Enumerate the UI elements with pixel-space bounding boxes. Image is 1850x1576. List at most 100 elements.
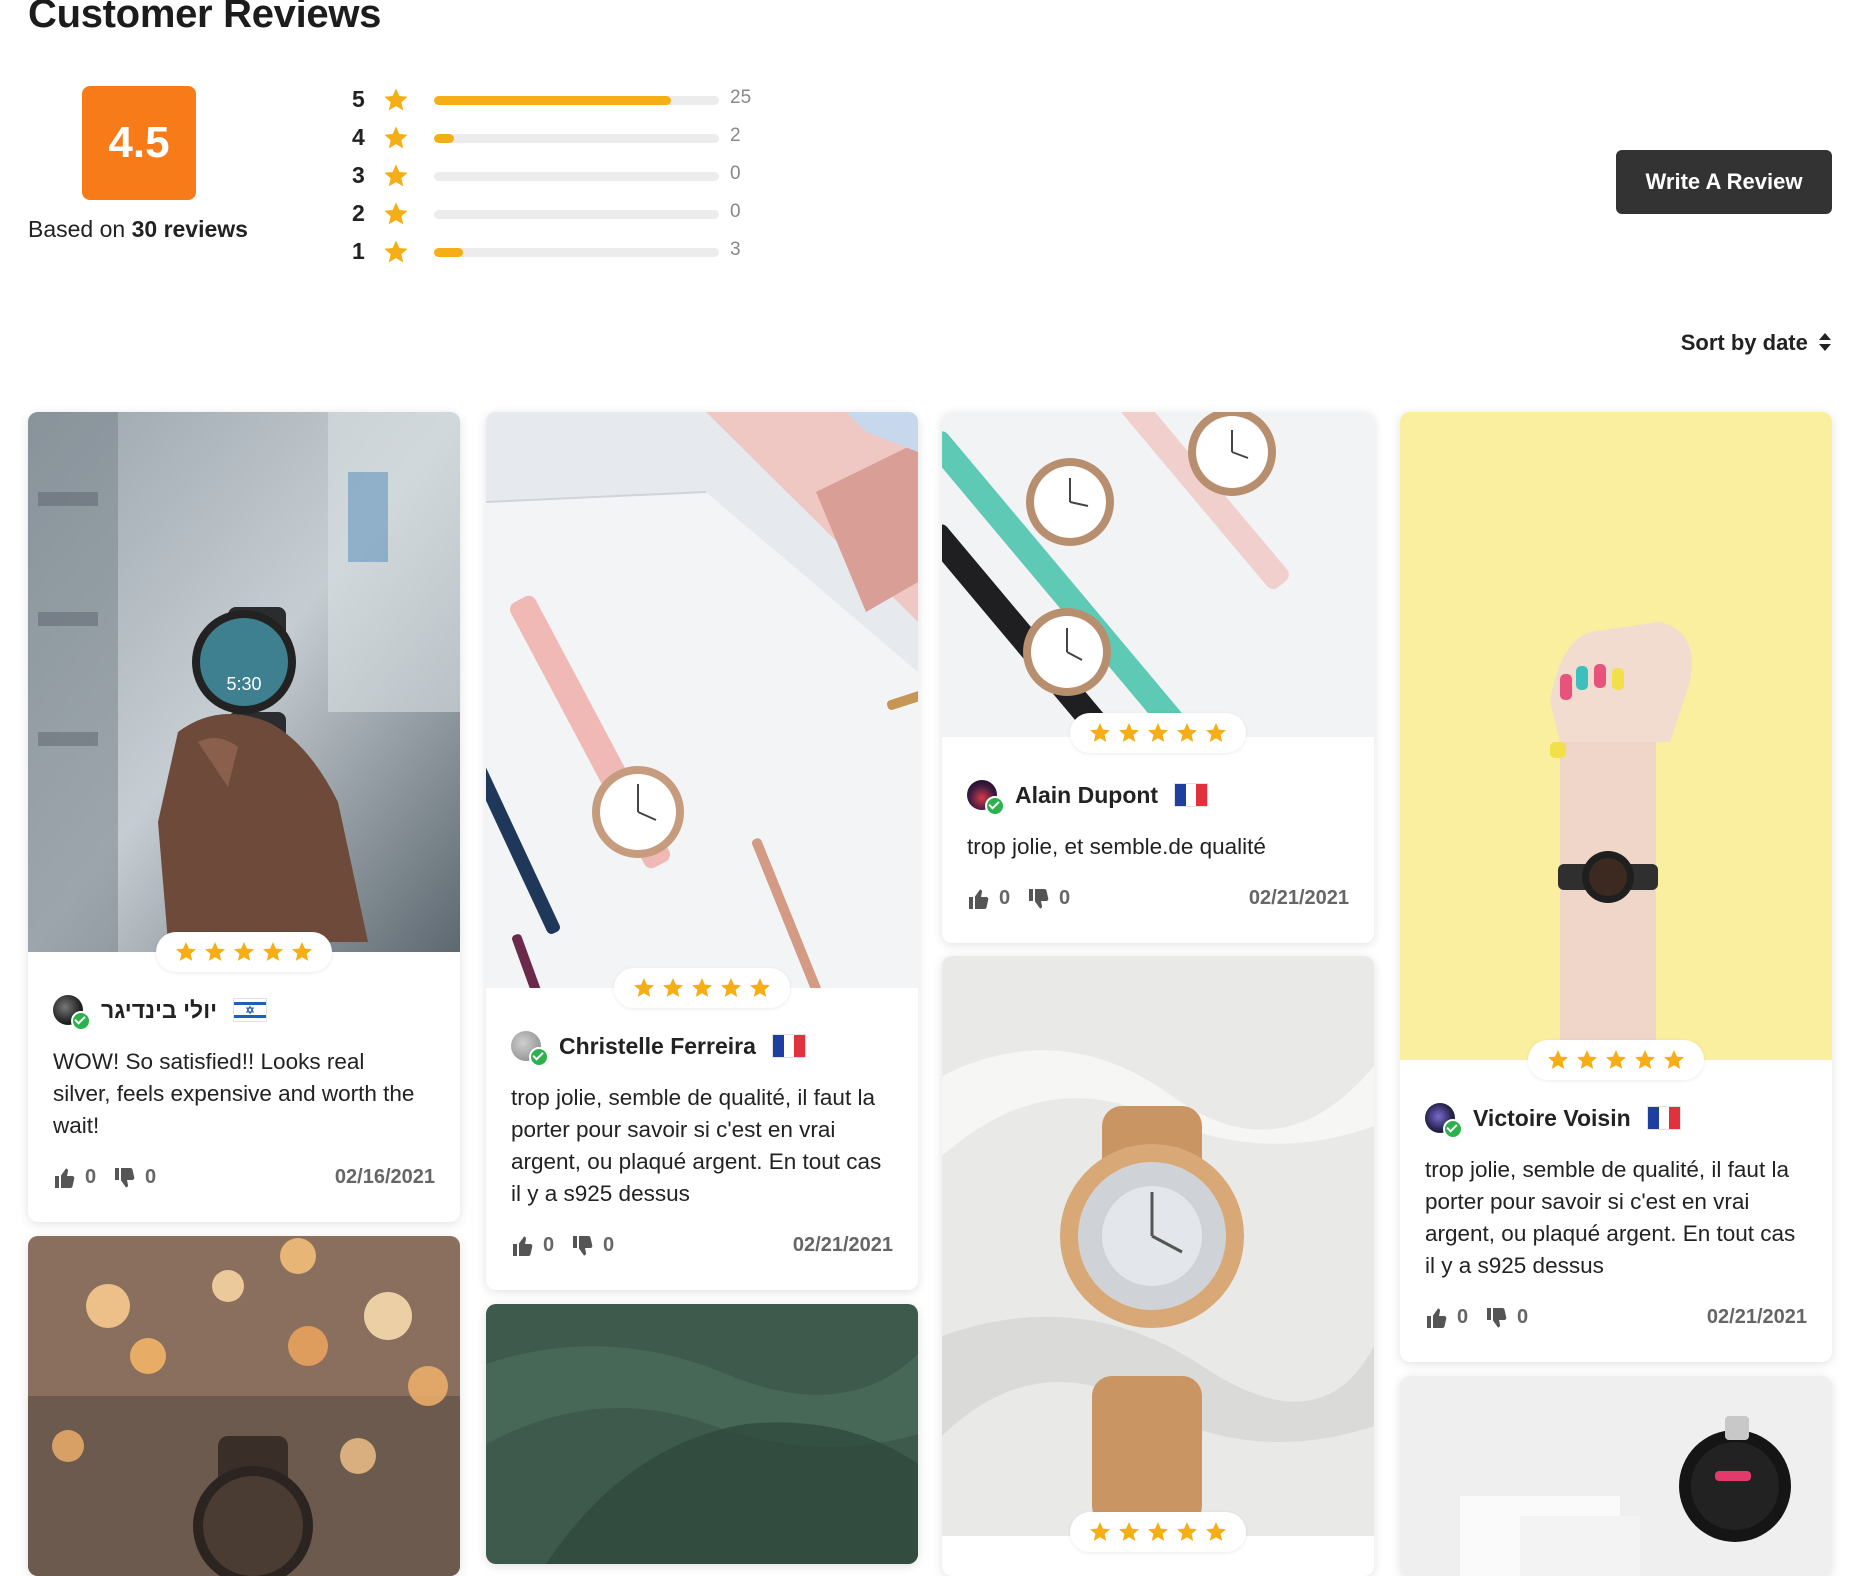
- dislike-count: 0: [1059, 887, 1071, 909]
- verified-check-icon: [71, 1011, 91, 1031]
- france-flag-icon: [1174, 783, 1209, 807]
- rating-bar: [434, 248, 719, 257]
- review-photo[interactable]: [486, 412, 918, 1020]
- review-photo[interactable]: [1400, 412, 1832, 1080]
- star-icon: [263, 942, 283, 961]
- wrist-watch-yellow-photo: [1400, 412, 1832, 1060]
- rating-level: 2: [352, 200, 365, 226]
- review-card[interactable]: [28, 1236, 460, 1576]
- star-icon: [1577, 1050, 1597, 1069]
- verified-check-icon: [985, 796, 1005, 816]
- star-icon: [1148, 1522, 1168, 1541]
- based-on-prefix: Based on: [28, 216, 126, 242]
- thumbs-up-icon[interactable]: [967, 887, 991, 911]
- verified-check-icon: [1443, 1119, 1463, 1139]
- thumbs-up-icon[interactable]: [1425, 1306, 1449, 1330]
- rating-bar-fill: [434, 134, 454, 143]
- thumbs-down-icon[interactable]: [571, 1234, 595, 1258]
- sort-label: Sort by date: [1680, 330, 1808, 355]
- reviewer: Victoire Voisin: [1425, 1098, 1807, 1139]
- rating-level: 1: [352, 238, 365, 264]
- star-icon: [1177, 1522, 1197, 1541]
- star-icon: [1119, 723, 1139, 742]
- review-meta: 0 0 02/21/2021: [967, 881, 1349, 921]
- star-icon: [1635, 1050, 1655, 1069]
- pink-watch-desk-photo: [486, 412, 918, 1020]
- avatar: [53, 995, 91, 1031]
- france-flag-icon: [771, 1034, 806, 1058]
- review-count-summary: Based on 30 reviews: [28, 216, 248, 243]
- star-icon: [176, 942, 196, 961]
- star-icon: [1664, 1050, 1684, 1069]
- star-icon: [1548, 1050, 1568, 1069]
- review-card[interactable]: Christelle Ferreira trop jolie, semble d…: [486, 412, 918, 1290]
- reviewer: Alain Dupont: [967, 775, 1349, 816]
- rating-row-4[interactable]: 4 2: [352, 122, 772, 160]
- star-icon: [1606, 1050, 1626, 1069]
- avatar: [511, 1031, 549, 1067]
- three-watches-photo: [942, 412, 1374, 780]
- review-text: trop jolie, semble de qualité, il faut l…: [511, 1085, 882, 1206]
- reviewer-name: Alain Dupont: [1015, 781, 1159, 808]
- rating-count: 0: [730, 163, 741, 184]
- review-date: 02/21/2021: [792, 1234, 893, 1256]
- star-icon: [292, 942, 312, 961]
- thumbs-down-icon[interactable]: [1027, 887, 1051, 911]
- sort-caret-icon: [1819, 333, 1831, 351]
- reviewer-name: Victoire Voisin: [1473, 1104, 1631, 1131]
- star-icon: [634, 978, 654, 997]
- like-count: 0: [85, 1166, 97, 1188]
- review-text: trop jolie, semble de qualité, il faut l…: [1425, 1157, 1796, 1278]
- green-fabric-photo: [486, 1304, 918, 1564]
- star-icon: [205, 942, 225, 961]
- star-icon: [1177, 723, 1197, 742]
- review-date: 02/16/2021: [334, 1166, 435, 1188]
- review-card[interactable]: Alain Dupont trop jolie, et semble.de qu…: [942, 412, 1374, 943]
- star-icon: [384, 164, 408, 187]
- rating-count: 0: [730, 201, 741, 222]
- review-meta: 0 0 02/21/2021: [511, 1228, 893, 1268]
- review-card[interactable]: [486, 1304, 918, 1564]
- rating-row-3[interactable]: 3 0: [352, 160, 772, 198]
- reviewer: יולי בינדיגר: [53, 990, 435, 1031]
- rating-level: 4: [352, 124, 365, 150]
- thumbs-down-icon[interactable]: [1485, 1306, 1509, 1330]
- rating-row-1[interactable]: 1 3: [352, 236, 772, 274]
- review-text: trop jolie, et semble.de qualité: [967, 834, 1266, 859]
- star-icon: [1206, 1522, 1226, 1541]
- rating-count: 3: [730, 239, 741, 260]
- bokeh-watch-photo: [28, 1236, 460, 1576]
- svg-text:5:30: 5:30: [226, 674, 261, 694]
- review-photo[interactable]: [942, 412, 1374, 780]
- review-photo[interactable]: 5:30: [28, 412, 460, 972]
- reviewer-name: יולי בינדיגר: [101, 996, 218, 1023]
- sort-dropdown[interactable]: Sort by date: [1660, 330, 1832, 356]
- write-review-button[interactable]: Write A Review: [1616, 150, 1832, 214]
- star-icon: [1090, 1522, 1110, 1541]
- rating-level: 5: [352, 86, 365, 112]
- gold-watch-sheets-photo: [942, 956, 1374, 1536]
- star-icon: [384, 88, 408, 111]
- review-photo[interactable]: [942, 956, 1374, 1552]
- review-card[interactable]: [1400, 1376, 1832, 1576]
- star-icon: [384, 126, 408, 149]
- reviewer: Christelle Ferreira: [511, 1026, 893, 1067]
- page-title: Customer Reviews: [28, 0, 382, 36]
- based-on-count: 30 reviews: [131, 216, 248, 242]
- rating-bar-fill: [434, 248, 463, 257]
- rating-bar: [434, 134, 719, 143]
- dislike-count: 0: [145, 1166, 157, 1188]
- rating-level: 3: [352, 162, 365, 188]
- review-card[interactable]: [942, 956, 1374, 1576]
- review-meta: 0 0 02/21/2021: [1425, 1300, 1807, 1340]
- thumbs-down-icon[interactable]: [113, 1166, 137, 1190]
- review-card[interactable]: 5:30 יולי בינדיגר WOW! So satisfied!! Lo…: [28, 412, 460, 1222]
- rating-bar-fill: [434, 96, 671, 105]
- dislike-count: 0: [603, 1234, 615, 1256]
- thumbs-up-icon[interactable]: [511, 1234, 535, 1258]
- review-card[interactable]: Victoire Voisin trop jolie, semble de qu…: [1400, 412, 1832, 1362]
- thumbs-up-icon[interactable]: [53, 1166, 77, 1190]
- rating-row-5[interactable]: 5 25: [352, 84, 772, 122]
- rating-bar: [434, 172, 719, 181]
- rating-row-2[interactable]: 2 0: [352, 198, 772, 236]
